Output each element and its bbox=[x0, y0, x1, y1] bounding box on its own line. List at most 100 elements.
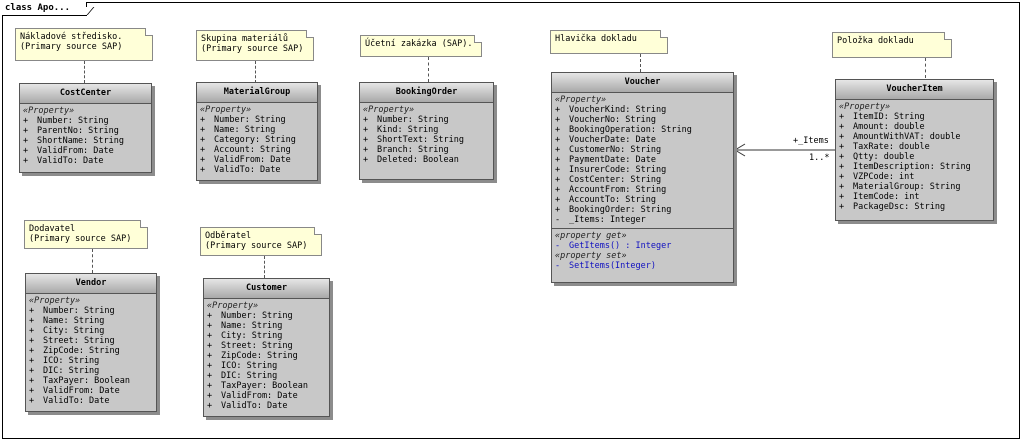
note-materialgroup: Skupina materiálů (Primary source SAP) bbox=[196, 30, 314, 61]
note-voucheritem: Položka dokladu bbox=[832, 32, 952, 58]
attribute-row: + Name: String bbox=[200, 125, 276, 135]
class-name: Voucher bbox=[552, 73, 733, 93]
operation-getitems: - GetItems() : Integer bbox=[555, 241, 672, 251]
class-name: Customer bbox=[204, 279, 329, 299]
property-get-stereotype: «property get» bbox=[555, 231, 627, 241]
stereotype: «Property» bbox=[207, 301, 259, 311]
attribute-row: + Number: String bbox=[207, 311, 293, 321]
operations-separator bbox=[552, 228, 733, 229]
note-vendor: Dodavatel (Primary source SAP) bbox=[24, 220, 148, 249]
attribute-row: + TaxPayer: Boolean bbox=[207, 381, 308, 391]
attribute-row: + Number: String bbox=[200, 115, 286, 125]
attribute-row: + AccountFrom: String bbox=[555, 185, 667, 195]
attribute-list: + Number: String + ParentNo: String + ShortNa… bbox=[23, 116, 148, 166]
attribute-row: + Street: String bbox=[29, 336, 115, 346]
attribute-row: + City: String bbox=[207, 331, 283, 341]
attribute-list: + VoucherKind: String + VoucherNo: String + B… bbox=[555, 105, 730, 225]
attribute-row: + MaterialGroup: String bbox=[839, 182, 961, 192]
attribute-row: + Category: String bbox=[200, 135, 296, 145]
attribute-row: + ICO: String bbox=[207, 361, 278, 371]
attribute-row: + Street: String bbox=[207, 341, 293, 351]
class-bookingorder[interactable]: BookingOrder «Property» + Number: String +… bbox=[359, 82, 494, 180]
attribute-row: + VoucherDate: Date bbox=[555, 135, 656, 145]
note-link-materialgroup bbox=[255, 61, 256, 83]
class-name: BookingOrder bbox=[360, 83, 493, 103]
attribute-row: + Deleted: Boolean bbox=[363, 155, 459, 165]
attribute-row: + PaymentDate: Date bbox=[555, 155, 656, 165]
note-link-bookingorder bbox=[428, 57, 429, 82]
class-name: MaterialGroup bbox=[197, 83, 317, 103]
attribute-row: + VoucherKind: String bbox=[555, 105, 667, 115]
note-bookingorder: Účetní zakázka (SAP). bbox=[360, 35, 482, 57]
class-vendor[interactable]: Vendor «Property» + Number: String + Name: … bbox=[25, 273, 157, 412]
attribute-row: + ICO: String bbox=[29, 356, 100, 366]
attribute-row: + ShortName: String bbox=[23, 136, 124, 146]
attribute-list: + Number: String + Name: String + City: Strin… bbox=[29, 306, 153, 406]
class-materialgroup[interactable]: MaterialGroup «Property» + Number: String… bbox=[196, 82, 318, 181]
attribute-row: + DIC: String bbox=[207, 371, 278, 381]
attribute-row: + AccountTo: String bbox=[555, 195, 656, 205]
attribute-row: + ZipCode: String bbox=[207, 351, 298, 361]
property-set-stereotype: «property set» bbox=[555, 251, 627, 261]
note-link-vendor bbox=[92, 249, 93, 273]
attribute-row: + Amount: double bbox=[839, 122, 925, 132]
attribute-row: + PackageDsc: String bbox=[839, 202, 946, 212]
stereotype: «Property» bbox=[555, 95, 607, 105]
attribute-row: + ValidTo: Date bbox=[23, 156, 104, 166]
attribute-row: + Kind: String bbox=[363, 125, 439, 135]
attribute-row: + VZPCode: int bbox=[839, 172, 915, 182]
attribute-row: + ValidFrom: Date bbox=[29, 386, 120, 396]
attribute-row: + Name: String bbox=[29, 316, 105, 326]
attribute-row: + ItemDescription: String bbox=[839, 162, 971, 172]
attribute-row: + ItemID: String bbox=[839, 112, 925, 122]
stereotype: «Property» bbox=[29, 296, 81, 306]
class-costcenter[interactable]: CostCenter «Property» + Number: String + Pa… bbox=[19, 83, 152, 173]
note-voucher: Hlavička dokladu bbox=[550, 30, 668, 54]
note-link-customer bbox=[264, 256, 265, 278]
stereotype: «Property» bbox=[23, 106, 75, 116]
attribute-list: + Number: String + Name: String + City: Strin… bbox=[207, 311, 326, 411]
attribute-row: + Number: String bbox=[29, 306, 115, 316]
attribute-row: + ShortText: String bbox=[363, 135, 464, 145]
attribute-row: + ValidFrom: Date bbox=[207, 391, 298, 401]
attribute-row: - _Items: Integer bbox=[555, 215, 646, 225]
attribute-row: + ValidFrom: Date bbox=[23, 146, 114, 156]
attribute-row: + BookingOperation: String bbox=[555, 125, 692, 135]
attribute-row: + Number: String bbox=[363, 115, 449, 125]
association-multiplicity-label: 1..* bbox=[809, 153, 830, 163]
class-name: VoucherItem bbox=[836, 80, 993, 100]
attribute-list: + Number: String + Kind: String + ShortText: … bbox=[363, 115, 490, 165]
class-name: CostCenter bbox=[20, 84, 151, 104]
note-costcenter: Nákladové středisko. (Primary source SAP… bbox=[15, 28, 153, 61]
class-customer[interactable]: Customer «Property» + Number: String + Name… bbox=[203, 278, 330, 417]
stereotype: «Property» bbox=[839, 102, 891, 112]
note-link-costcenter bbox=[84, 61, 85, 83]
attribute-row: + City: String bbox=[29, 326, 105, 336]
class-voucher[interactable]: Voucher «Property» + VoucherKind: String +… bbox=[551, 72, 734, 283]
attribute-row: + ZipCode: String bbox=[29, 346, 120, 356]
attribute-row: + VoucherNo: String bbox=[555, 115, 656, 125]
attribute-row: + CustomerNo: String bbox=[555, 145, 662, 155]
attribute-row: + BookingOrder: String bbox=[555, 205, 672, 215]
stereotype: «Property» bbox=[363, 105, 415, 115]
attribute-row: + ValidTo: Date bbox=[200, 165, 281, 175]
attribute-row: + ParentNo: String bbox=[23, 126, 119, 136]
attribute-list: + Number: String + Name: String + Category: S… bbox=[200, 115, 314, 175]
class-voucheritem[interactable]: VoucherItem «Property» + ItemID: String + A… bbox=[835, 79, 994, 221]
association-role-label: +_Items bbox=[793, 136, 829, 146]
attribute-row: + TaxRate: double bbox=[839, 142, 930, 152]
attribute-row: + TaxPayer: Boolean bbox=[29, 376, 130, 386]
attribute-row: + DIC: String bbox=[29, 366, 100, 376]
attribute-row: + Account: String bbox=[200, 145, 291, 155]
attribute-list: + ItemID: String + Amount: double + AmountWit… bbox=[839, 112, 990, 212]
attribute-row: + ItemCode: int bbox=[839, 192, 920, 202]
attribute-row: + AmountWithVAT: double bbox=[839, 132, 961, 142]
operation-setitems: - SetItems(Integer) bbox=[555, 261, 656, 271]
attribute-row: + Qtty: double bbox=[839, 152, 915, 162]
note-customer: Odběratel (Primary source SAP) bbox=[200, 227, 322, 256]
note-link-voucher bbox=[640, 54, 641, 72]
attribute-row: + CostCenter: String bbox=[555, 175, 662, 185]
attribute-row: + ValidTo: Date bbox=[207, 401, 288, 411]
attribute-row: + ValidTo: Date bbox=[29, 396, 110, 406]
stereotype: «Property» bbox=[200, 105, 252, 115]
